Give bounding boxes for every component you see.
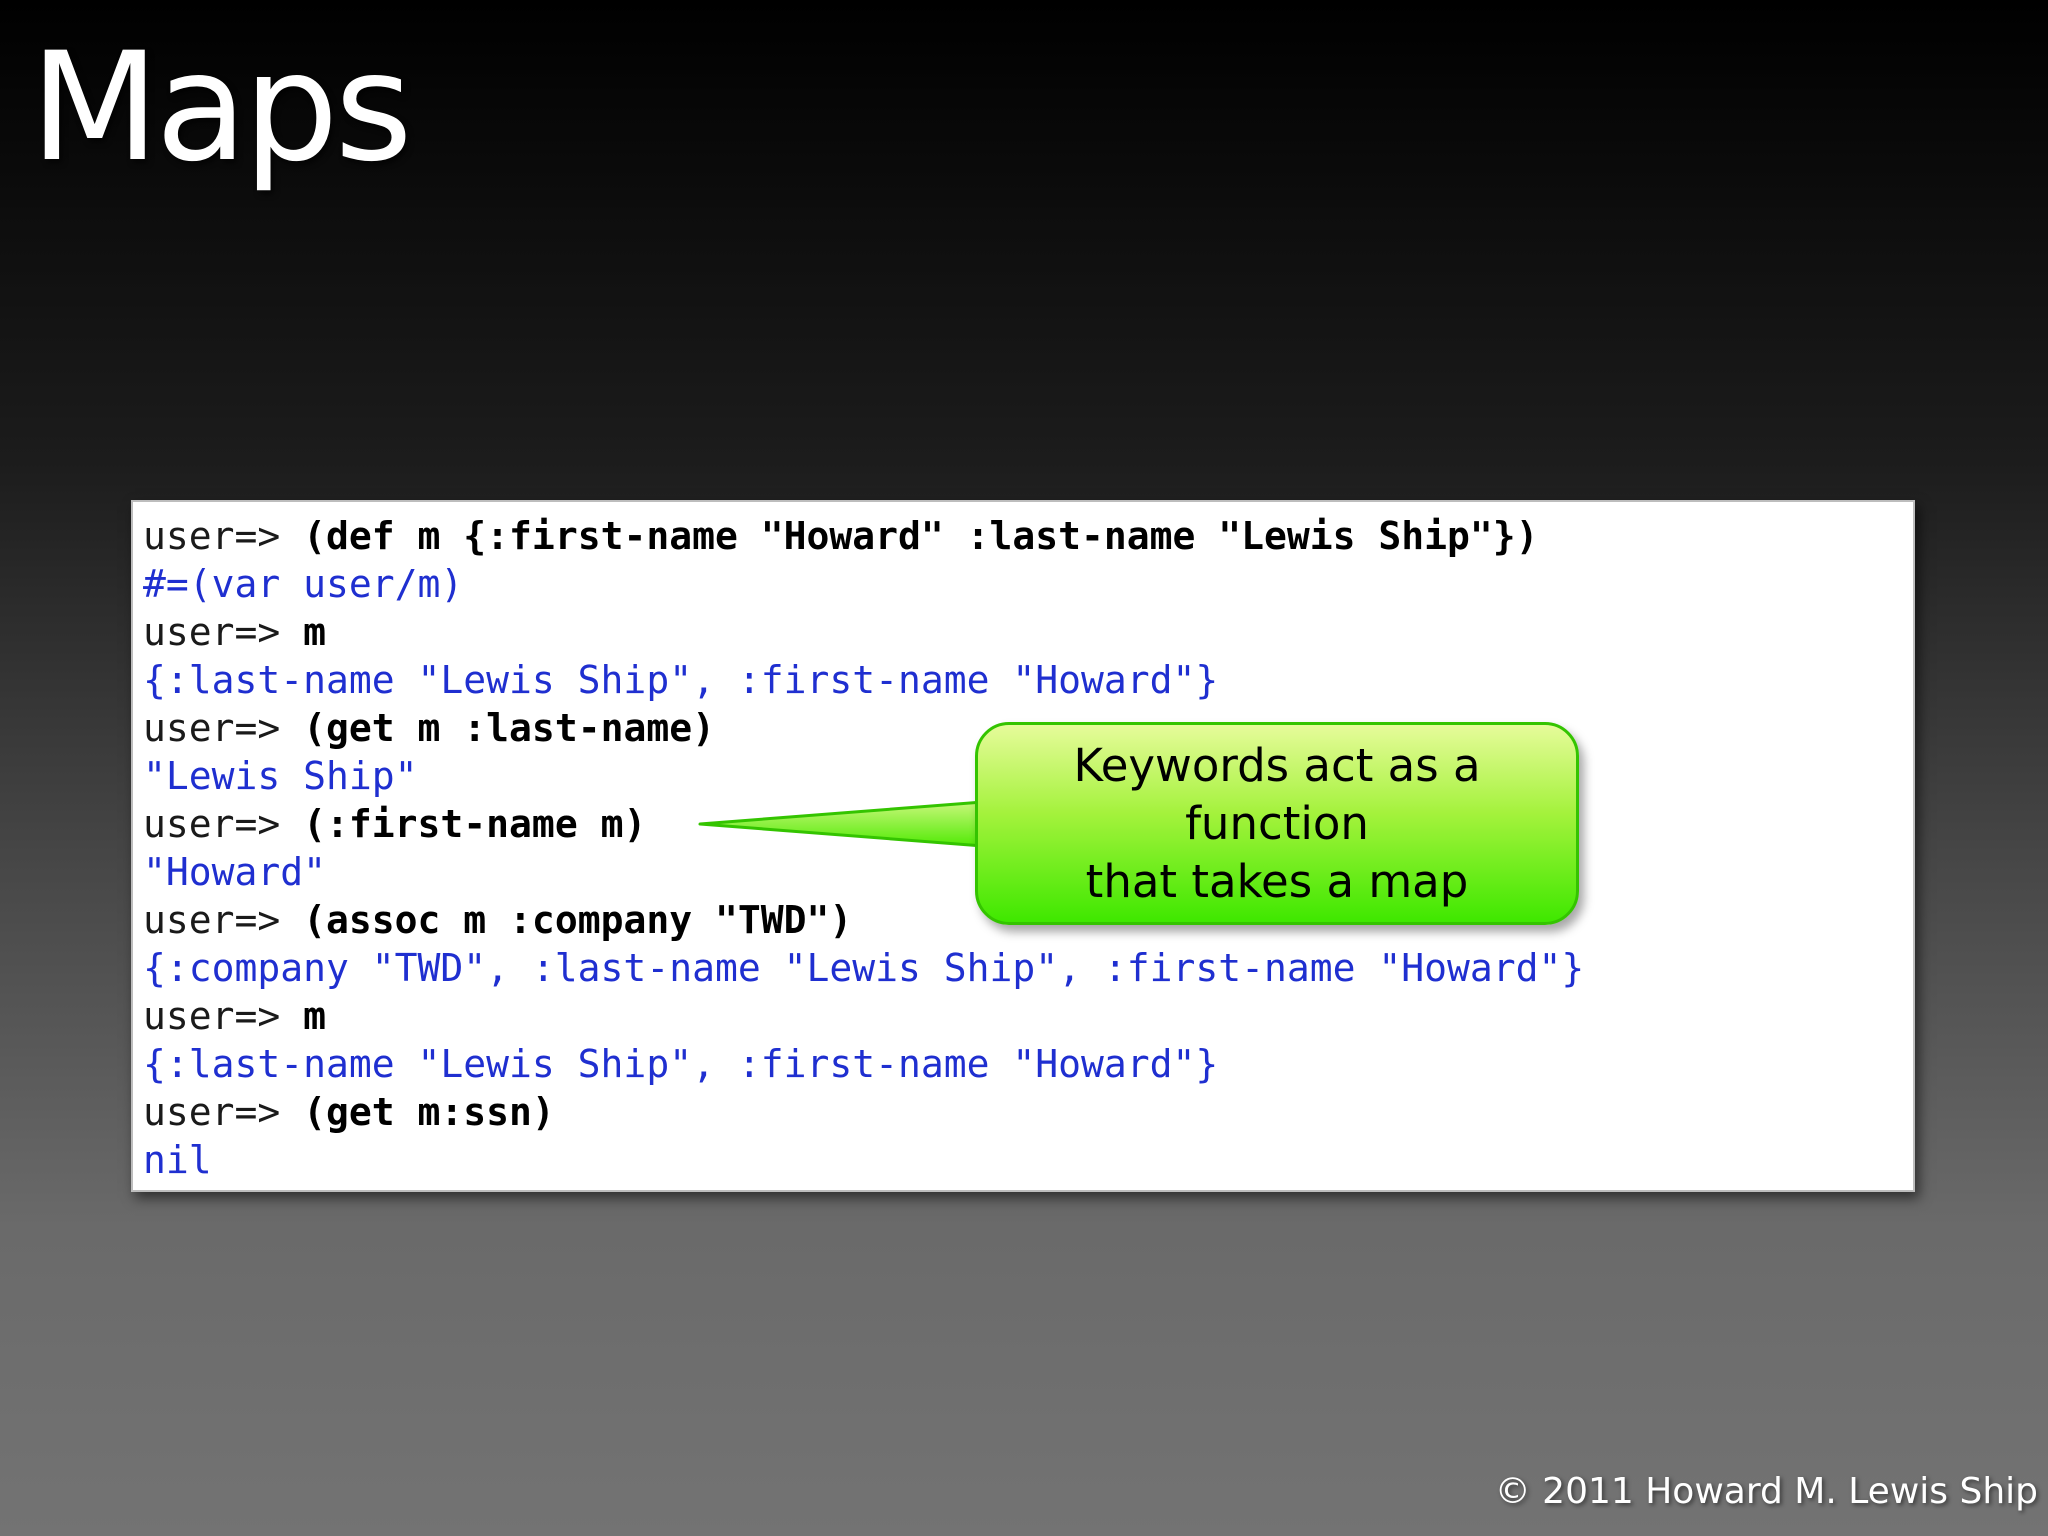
repl-command: (assoc m :company "TWD") <box>303 898 853 942</box>
code-line-output: {:last-name "Lewis Ship", :first-name "H… <box>143 658 1219 702</box>
repl-prompt: user=> <box>143 514 304 558</box>
code-line-input: user=> m <box>143 608 1584 656</box>
repl-command: (get m :last-name) <box>303 706 715 750</box>
copyright-notice: © 2011 Howard M. Lewis Ship <box>1494 1471 2038 1512</box>
slide-title: Maps <box>30 21 413 195</box>
code-line-input: user=> (def m {:first-name "Howard" :las… <box>143 512 1584 560</box>
callout-pointer-shape <box>698 800 983 848</box>
repl-prompt: user=> <box>143 994 304 1038</box>
repl-prompt: user=> <box>143 610 304 654</box>
repl-prompt: user=> <box>143 706 304 750</box>
repl-command: m <box>303 994 327 1038</box>
code-line-input: user=> m <box>143 992 1584 1040</box>
callout-pointer <box>698 800 983 848</box>
repl-prompt: user=> <box>143 898 304 942</box>
repl-command: (def m {:first-name "Howard" :last-name … <box>303 514 1539 558</box>
code-line-input: user=> (get m:ssn) <box>143 1088 1584 1136</box>
repl-command: (:first-name m) <box>303 802 647 846</box>
code-line-output: {:last-name "Lewis Ship", :first-name "H… <box>143 1042 1219 1086</box>
code-line-output: nil <box>143 1138 212 1182</box>
repl-command: (get m:ssn) <box>303 1090 555 1134</box>
code-line-output: {:company "TWD", :last-name "Lewis Ship"… <box>143 946 1585 990</box>
callout-bubble: Keywords act as a function that takes a … <box>975 722 1579 925</box>
repl-prompt: user=> <box>143 802 304 846</box>
repl-prompt: user=> <box>143 1090 304 1134</box>
callout-text-line-1: Keywords act as a function <box>1073 738 1481 850</box>
callout-text-line-2: that takes a map <box>1085 854 1469 908</box>
code-line-output: #=(var user/m) <box>143 562 464 606</box>
repl-command: m <box>303 610 327 654</box>
